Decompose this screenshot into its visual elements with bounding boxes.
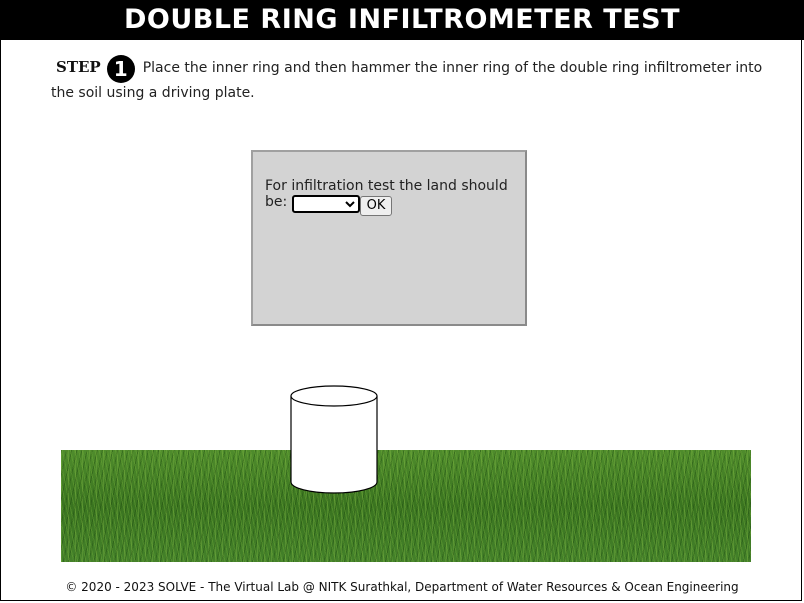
step-instruction: STEP 1 Place the inner ring and then hamme… bbox=[51, 55, 781, 104]
step-label: STEP bbox=[56, 58, 101, 76]
question-prompt-line2: be: bbox=[265, 194, 288, 210]
question-prompt: For infiltration test the land should be… bbox=[265, 178, 525, 216]
question-prompt-line1: For infiltration test the land should bbox=[265, 178, 508, 194]
step-number-badge: 1 bbox=[106, 55, 135, 83]
step-instruction-text: Place the inner ring and then hammer the… bbox=[51, 60, 763, 101]
question-dialog: For infiltration test the land should be… bbox=[251, 150, 527, 326]
ok-button[interactable]: OK bbox=[359, 195, 393, 216]
footer-copyright: © 2020 - 2023 SOLVE - The Virtual Lab @ … bbox=[65, 580, 739, 594]
inner-ring-icon bbox=[290, 385, 378, 494]
grass-ground-image bbox=[61, 450, 751, 562]
page-title: DOUBLE RING INFILTROMETER TEST bbox=[0, 0, 804, 40]
land-condition-select[interactable] bbox=[291, 195, 360, 213]
